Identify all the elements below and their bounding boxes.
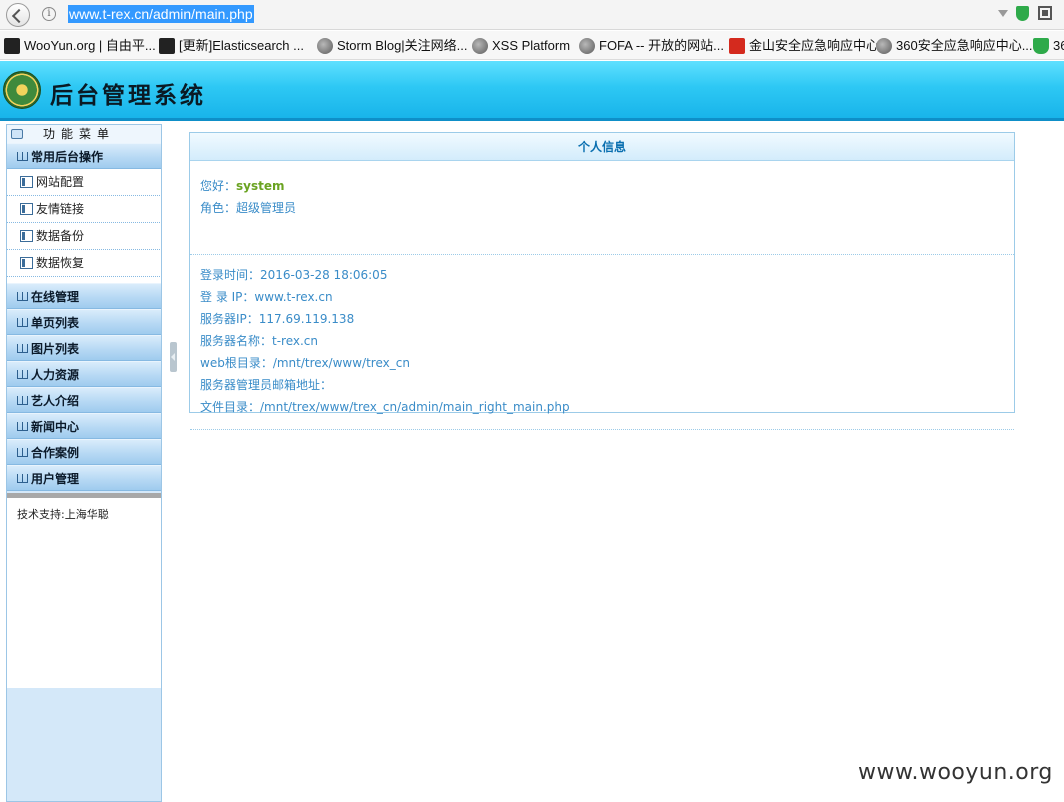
web-root-row: web根目录：/mnt/trex/www/trex_cn <box>200 356 410 370</box>
sidebar-group-images[interactable]: 图片列表 <box>7 335 161 361</box>
sidebar-group-common[interactable]: 常用后台操作 <box>7 143 161 169</box>
book-icon <box>17 344 28 353</box>
menu-icon <box>11 129 23 139</box>
book-icon <box>17 292 28 301</box>
logo-emblem-icon <box>3 71 41 109</box>
server-ip-row: 服务器IP：117.69.119.138 <box>200 312 355 326</box>
user-section: 您好：system 角色：超级管理员 <box>190 161 1014 255</box>
sidebar-group-pages[interactable]: 单页列表 <box>7 309 161 335</box>
sidebar-group-users[interactable]: 用户管理 <box>7 465 161 491</box>
watermark: www.wooyun.org <box>858 760 1053 785</box>
sidebar-item-data-backup[interactable]: 数据备份 <box>7 223 160 250</box>
personal-info-panel: 个人信息 您好：system 角色：超级管理员 登录时间：2016-03-28 … <box>189 132 1015 430</box>
url-field[interactable]: www.t-rex.cn/admin/main.php <box>68 5 254 23</box>
globe-icon <box>579 38 595 54</box>
username: system <box>236 179 285 193</box>
bookmarks-bar: WooYun.org | 自由平... [更新]Elasticsearch ..… <box>0 31 1064 60</box>
shield-icon[interactable] <box>1016 6 1029 21</box>
globe-icon <box>876 38 892 54</box>
sidebar-group-cases[interactable]: 合作案例 <box>7 439 161 465</box>
sidebar-group-artists[interactable]: 艺人介绍 <box>7 387 161 413</box>
sidebar-item-site-config[interactable]: 网站配置 <box>7 169 160 196</box>
book-icon <box>17 422 28 431</box>
book-icon <box>17 448 28 457</box>
role-row: 角色：超级管理员 <box>200 201 297 215</box>
book-icon <box>17 370 28 379</box>
support-text: 技术支持:上海华聪 <box>7 498 161 688</box>
sidebar-group-hr[interactable]: 人力资源 <box>7 361 161 387</box>
login-ip-row: 登 录 IP：www.t-rex.cn <box>200 290 333 304</box>
bookmark-item[interactable]: 360安全应急响应中心... <box>876 38 1033 54</box>
bookmark-item[interactable]: FOFA -- 开放的网站... <box>579 38 724 54</box>
document-icon <box>20 230 33 242</box>
sidebar: 功能菜单 常用后台操作 网站配置 友情链接 数据备份 数据恢复 在线管理 单页列… <box>6 124 162 802</box>
book-icon <box>17 152 28 161</box>
file-dir-row: 文件目录：/mnt/trex/www/trex_cn/admin/main_ri… <box>200 400 570 414</box>
collapse-sidebar-handle[interactable] <box>170 342 177 372</box>
address-bar: i www.t-rex.cn/admin/main.php <box>0 0 1064 30</box>
document-icon <box>20 257 33 269</box>
book-icon <box>17 318 28 327</box>
qr-code-icon[interactable] <box>1038 6 1052 20</box>
globe-icon <box>317 38 333 54</box>
globe-icon <box>472 38 488 54</box>
bookmark-item[interactable]: XSS Platform <box>472 38 570 54</box>
bookmark-item[interactable]: WooYun.org | 自由平... <box>4 38 156 54</box>
back-arrow-icon[interactable] <box>6 3 30 27</box>
page-title: 后台管理系统 <box>50 83 206 109</box>
bookmark-item[interactable]: 金山安全应急响应中心 <box>729 38 879 54</box>
server-info-section: 登录时间：2016-03-28 18:06:05 登 录 IP：www.t-re… <box>190 255 1014 430</box>
bookmark-item[interactable]: [更新]Elasticsearch ... <box>159 38 304 54</box>
menu-header: 功能菜单 <box>7 125 161 143</box>
shield-icon <box>1033 38 1049 54</box>
wooyun-icon <box>4 38 20 54</box>
kingsoft-icon <box>729 38 745 54</box>
sidebar-group-news[interactable]: 新闻中心 <box>7 413 161 439</box>
sidebar-group-online[interactable]: 在线管理 <box>7 283 161 309</box>
server-name-row: 服务器名称：t-rex.cn <box>200 334 318 348</box>
dropdown-icon[interactable] <box>998 10 1008 17</box>
document-icon <box>20 176 33 188</box>
sidebar-item-friend-links[interactable]: 友情链接 <box>7 196 160 223</box>
bookmark-item[interactable]: Storm Blog|关注网络... <box>317 38 468 54</box>
admin-email-row: 服务器管理员邮箱地址： <box>200 378 333 392</box>
greeting-row: 您好：system <box>200 179 285 193</box>
bookmark-item[interactable]: 36 <box>1033 38 1064 54</box>
document-icon <box>20 203 33 215</box>
book-icon <box>17 396 28 405</box>
book-icon <box>17 474 28 483</box>
sidebar-item-data-restore[interactable]: 数据恢复 <box>7 250 160 277</box>
info-icon[interactable]: i <box>42 7 56 21</box>
panel-title: 个人信息 <box>190 133 1014 161</box>
app-header: 后台管理系统 <box>0 61 1064 121</box>
sidebar-submenu: 网站配置 友情链接 数据备份 数据恢复 <box>7 169 161 283</box>
login-time-row: 登录时间：2016-03-28 18:06:05 <box>200 268 388 282</box>
wooyun-icon <box>159 38 175 54</box>
